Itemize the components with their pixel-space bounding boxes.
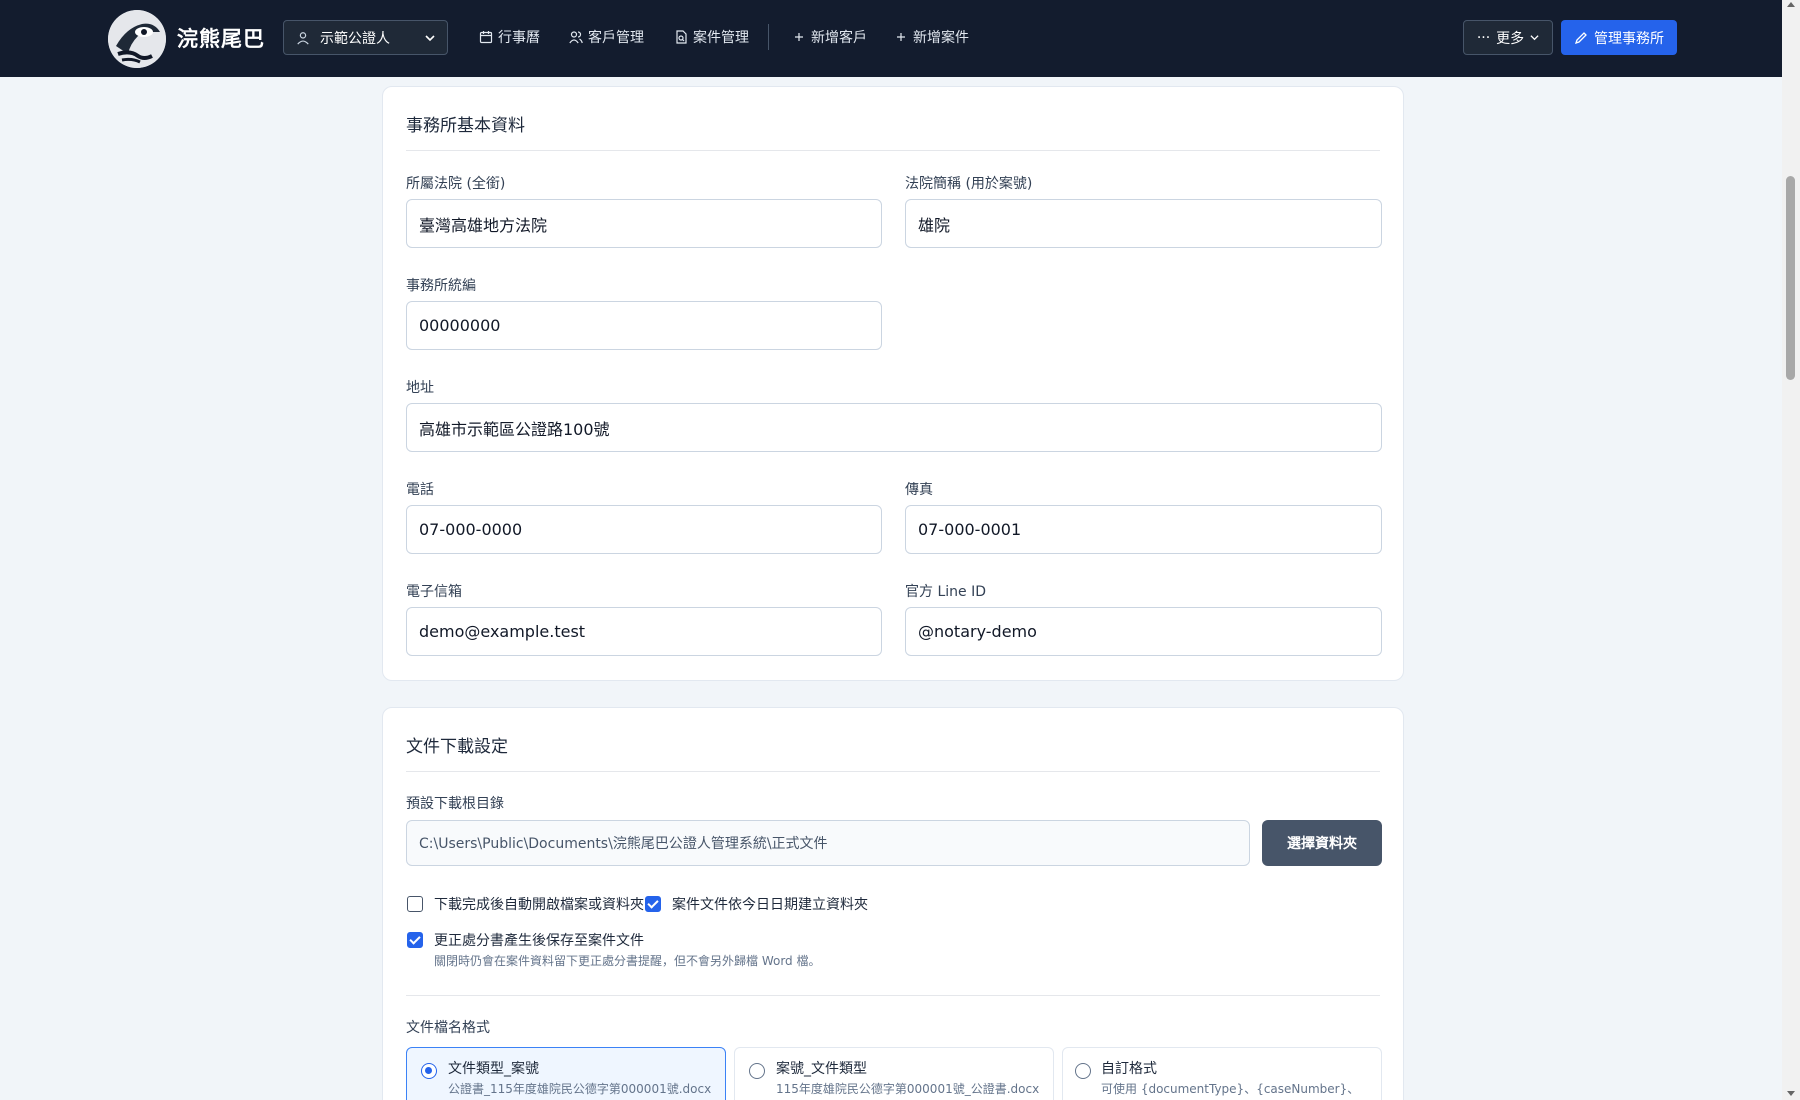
filename-option-title: 文件類型_案號 <box>448 1061 539 1077</box>
manage-office-label: 管理事務所 <box>1594 30 1664 47</box>
plus-icon <box>897 33 905 41</box>
raccoon-logo-icon[interactable] <box>108 10 166 68</box>
download-root-input[interactable] <box>406 820 1250 866</box>
notary-selector[interactable]: 示範公證人 <box>283 20 448 55</box>
court-abbr-input[interactable] <box>905 199 1382 248</box>
nav-cases-label: 案件管理 <box>693 30 749 46</box>
nav-divider <box>768 24 769 50</box>
section-divider <box>406 771 1380 772</box>
download-settings-title: 文件下載設定 <box>406 737 508 757</box>
nav-cases[interactable]: 案件管理 <box>674 27 749 47</box>
filename-option-custom[interactable]: 自訂格式 可使用 {documentType}、{caseNumber}、 <box>1062 1047 1382 1100</box>
more-menu-label: 更多 <box>1496 30 1525 47</box>
page-scrollbar[interactable] <box>1782 0 1800 1100</box>
court-input[interactable] <box>406 199 882 248</box>
save-correction-label: 更正處分書產生後保存至案件文件 <box>434 933 644 949</box>
document-icon <box>676 30 687 44</box>
email-label: 電子信箱 <box>406 584 462 600</box>
filename-format-label: 文件檔名格式 <box>406 1020 490 1036</box>
line-id-label: 官方 Line ID <box>905 584 986 600</box>
office-info-title: 事務所基本資料 <box>406 116 525 136</box>
nav-new-client-label: 新增客戶 <box>811 30 867 46</box>
user-icon <box>297 31 309 45</box>
manage-office-button[interactable]: 管理事務所 <box>1561 20 1677 55</box>
nav-calendar-label: 行事曆 <box>498 30 540 46</box>
top-navbar: 浣熊尾巴 示範公證人 行事曆 客戶管理 案件管理 新增客戶 新增案件 ··· 更… <box>0 0 1782 77</box>
scrollbar-thumb[interactable] <box>1786 176 1795 380</box>
nav-clients-label: 客戶管理 <box>588 30 644 46</box>
court-label: 所屬法院 (全銜) <box>406 176 506 192</box>
filename-option-case-type[interactable]: 案號_文件類型 115年度雄院民公德字第000001號_公證書.docx <box>734 1047 1054 1100</box>
filename-option-title: 自訂格式 <box>1101 1061 1157 1077</box>
choose-folder-button[interactable]: 選擇資料夾 <box>1262 820 1382 866</box>
section-divider <box>406 995 1380 996</box>
nav-new-client[interactable]: 新增客戶 <box>792 27 867 47</box>
fax-label: 傳真 <box>905 482 933 498</box>
auto-open-checkbox[interactable] <box>407 896 423 912</box>
scroll-down-arrow-icon[interactable] <box>1787 1091 1795 1096</box>
tax-id-input[interactable] <box>406 301 882 350</box>
phone-input[interactable] <box>406 505 882 554</box>
save-correction-hint: 關閉時仍會在案件資料留下更正處分書提醒，但不會另外歸檔 Word 檔。 <box>434 954 821 968</box>
filename-option-title: 案號_文件類型 <box>776 1061 867 1077</box>
scroll-up-arrow-icon[interactable] <box>1787 2 1795 7</box>
court-abbr-label: 法院簡稱 (用於案號) <box>905 176 1033 192</box>
ellipsis-icon: ··· <box>1476 29 1491 46</box>
nav-new-case-label: 新增案件 <box>913 30 969 46</box>
pencil-icon <box>1574 31 1587 44</box>
address-input[interactable] <box>406 403 1382 452</box>
nav-new-case[interactable]: 新增案件 <box>894 27 969 47</box>
tax-id-label: 事務所統編 <box>406 278 476 294</box>
radio-unselected[interactable] <box>749 1063 765 1079</box>
office-info-card: 事務所基本資料 所屬法院 (全銜) 法院簡稱 (用於案號) 事務所統編 地址 電… <box>382 86 1404 681</box>
phone-label: 電話 <box>406 482 434 498</box>
save-correction-checkbox[interactable] <box>407 932 423 948</box>
filename-option-example: 可使用 {documentType}、{caseNumber}、 <box>1101 1082 1360 1096</box>
date-folder-checkbox[interactable] <box>645 896 661 912</box>
fax-input[interactable] <box>905 505 1382 554</box>
brand-name: 浣熊尾巴 <box>177 27 265 51</box>
address-label: 地址 <box>406 380 434 396</box>
notary-selector-label: 示範公證人 <box>320 30 390 47</box>
email-input[interactable] <box>406 607 882 656</box>
nav-calendar[interactable]: 行事曆 <box>479 27 540 47</box>
chevron-down-icon <box>1530 35 1539 41</box>
date-folder-label: 案件文件依今日日期建立資料夾 <box>672 897 868 913</box>
radio-unselected[interactable] <box>1075 1063 1091 1079</box>
section-divider <box>406 150 1380 151</box>
calendar-icon <box>479 31 493 44</box>
filename-option-example: 公證書_115年度雄院民公德字第000001號.docx <box>448 1082 712 1096</box>
more-menu-button[interactable]: ··· 更多 <box>1463 20 1553 55</box>
filename-option-type-case[interactable]: 文件類型_案號 公證書_115年度雄院民公德字第000001號.docx <box>406 1047 726 1100</box>
plus-icon <box>795 33 803 41</box>
filename-option-example: 115年度雄院民公德字第000001號_公證書.docx <box>776 1082 1040 1096</box>
radio-selected[interactable] <box>421 1063 437 1079</box>
line-id-input[interactable] <box>905 607 1382 656</box>
chevron-down-icon <box>425 34 435 41</box>
download-root-label: 預設下載根目錄 <box>406 796 504 812</box>
download-settings-card: 文件下載設定 預設下載根目錄 選擇資料夾 下載完成後自動開啟檔案或資料夾 案件文… <box>382 707 1404 1100</box>
nav-clients[interactable]: 客戶管理 <box>569 27 644 47</box>
auto-open-label: 下載完成後自動開啟檔案或資料夾 <box>434 897 644 913</box>
users-icon <box>569 31 583 44</box>
